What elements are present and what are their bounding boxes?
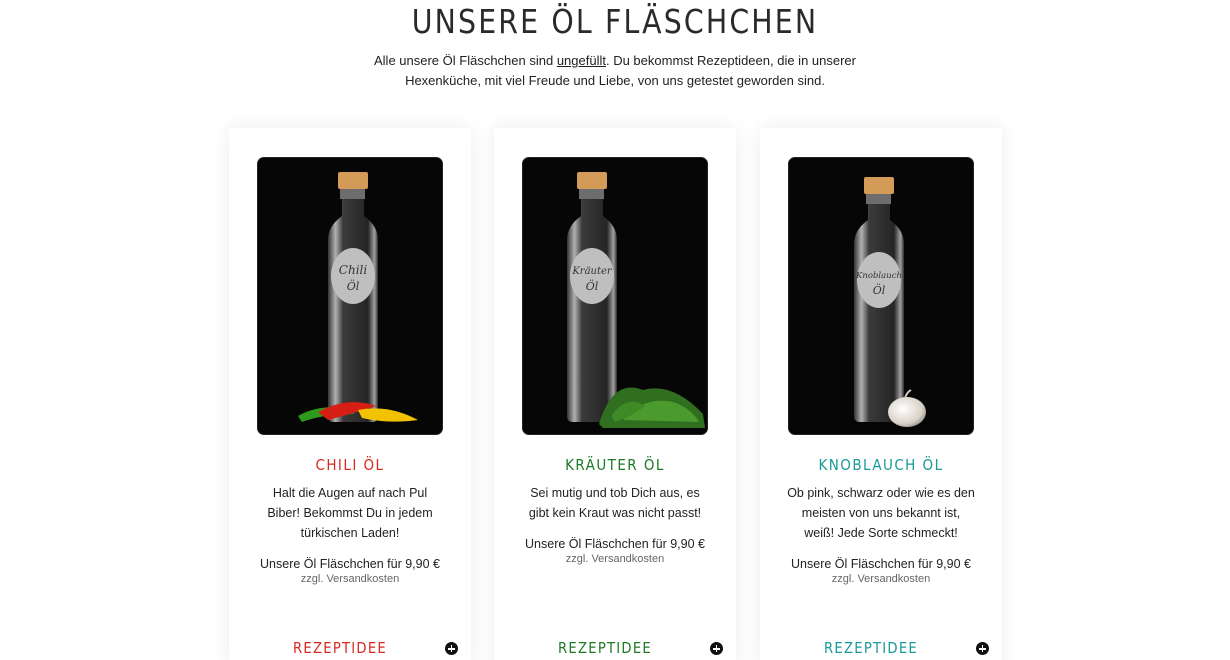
shipping-note: zzgl. Versandkosten [300,573,400,585]
garlic-bottle-image: Knoblauch Öl [788,157,974,435]
intro-text: Alle unsere Öl Fläschchen sind ungefüllt… [365,51,865,91]
product-name: KRÄUTER ÖL [565,456,665,474]
product-description: Halt die Augen auf nach Pul Biber! Bekom… [251,483,449,543]
product-name: CHILI ÖL [315,456,385,474]
description-line: Sei mutig und tob Dich aus, es [530,486,700,500]
plus-circle-icon[interactable] [710,642,723,655]
ungefuellt-link[interactable]: ungefüllt [557,53,606,68]
product-name: KNOBLAUCH ÖL [818,456,944,474]
recipe-label: REZEPTIDEE [293,639,387,657]
recipe-toggle-knoblauch[interactable]: REZEPTIDEE [760,639,1002,659]
description-line: Ob pink, schwarz oder wie es den [787,486,975,500]
description-line: türkischen Laden! [300,526,400,540]
svg-text:Öl: Öl [586,279,599,293]
intro-text-line2: Hexenküche, mit viel Freude und Liebe, v… [405,73,825,88]
description-line: gibt kein Kraut was nicht passt! [528,506,702,520]
product-price: Unsere Öl Fläschchen für 9,90 € [791,557,971,571]
description-line: meisten von uns bekannt ist, [801,506,961,520]
svg-text:Knoblauch: Knoblauch [855,271,902,281]
recipe-label: REZEPTIDEE [824,639,918,657]
product-card-kraeuter: Kräuter Öl KRÄUTER ÖL Sei mutig und tob … [494,128,736,660]
plus-circle-icon[interactable] [976,642,989,655]
product-price: Unsere Öl Fläschchen für 9,90 € [260,557,440,571]
svg-text:Öl: Öl [347,279,360,293]
product-card-chili: Chili Öl CHILI ÖL Halt die Augen auf nac… [229,128,471,660]
recipe-label: REZEPTIDEE [558,639,652,657]
description-line: weiß! Jede Sorte schmeckt! [804,526,958,540]
product-card-knoblauch: Knoblauch Öl KNOBLAUCH ÖL Ob pink, schwa… [760,128,1002,660]
description-line: Biber! Bekommst Du in jedem [267,506,433,520]
intro-text-start: Alle unsere Öl Fläschchen sind [374,53,557,68]
product-description: Sei mutig und tob Dich aus, es gibt kein… [516,483,714,523]
plus-circle-icon[interactable] [445,642,458,655]
chili-bottle-image: Chili Öl [257,157,443,435]
product-price: Unsere Öl Fläschchen für 9,90 € [525,537,705,551]
intro-text-end: . Du bekommst Rezeptideen, die in unsere… [605,53,856,68]
herb-bottle-image: Kräuter Öl [522,157,708,435]
recipe-toggle-chili[interactable]: REZEPTIDEE [229,639,471,659]
description-line: Halt die Augen auf nach Pul [272,486,428,500]
svg-text:Kräuter: Kräuter [571,266,613,277]
svg-text:Chili: Chili [339,263,368,277]
svg-text:Öl: Öl [873,283,886,297]
page-title: UNSERE ÖL FLÄSCHCHEN [411,2,819,41]
product-description: Ob pink, schwarz oder wie es den meisten… [782,483,980,543]
shipping-note: zzgl. Versandkosten [565,553,665,565]
recipe-toggle-kraeuter[interactable]: REZEPTIDEE [494,639,736,659]
shipping-note: zzgl. Versandkosten [831,573,931,585]
